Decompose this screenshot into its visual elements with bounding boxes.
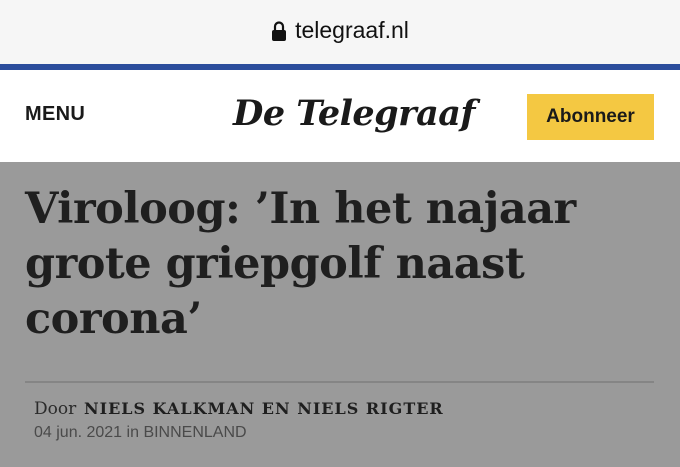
- byline-prefix: Door: [34, 399, 77, 419]
- article-meta: 04 jun. 2021 in BINNENLAND: [34, 424, 247, 442]
- url-text: telegraaf.nl: [295, 17, 409, 43]
- subscribe-button[interactable]: Abonneer: [527, 94, 654, 140]
- menu-button[interactable]: MENU: [25, 103, 85, 126]
- lock-icon: [271, 20, 287, 42]
- article-headline: Viroloog: ’In het najaar grote griepgolf…: [25, 184, 576, 344]
- author-names[interactable]: NIELS KALKMAN EN NIELS RIGTER: [84, 399, 444, 418]
- category-link[interactable]: BINNENLAND: [143, 424, 246, 441]
- site-logo[interactable]: De Telegraaf: [233, 90, 476, 138]
- publish-date: 04 jun. 2021: [34, 424, 123, 441]
- url-display[interactable]: telegraaf.nl: [271, 17, 409, 44]
- byline: Door NIELS KALKMAN EN NIELS RIGTER: [34, 399, 444, 419]
- browser-address-bar[interactable]: telegraaf.nl: [0, 0, 680, 64]
- site-header: MENU De Telegraaf Abonneer: [0, 70, 680, 162]
- category-prefix: in: [126, 424, 139, 441]
- divider: [25, 381, 654, 383]
